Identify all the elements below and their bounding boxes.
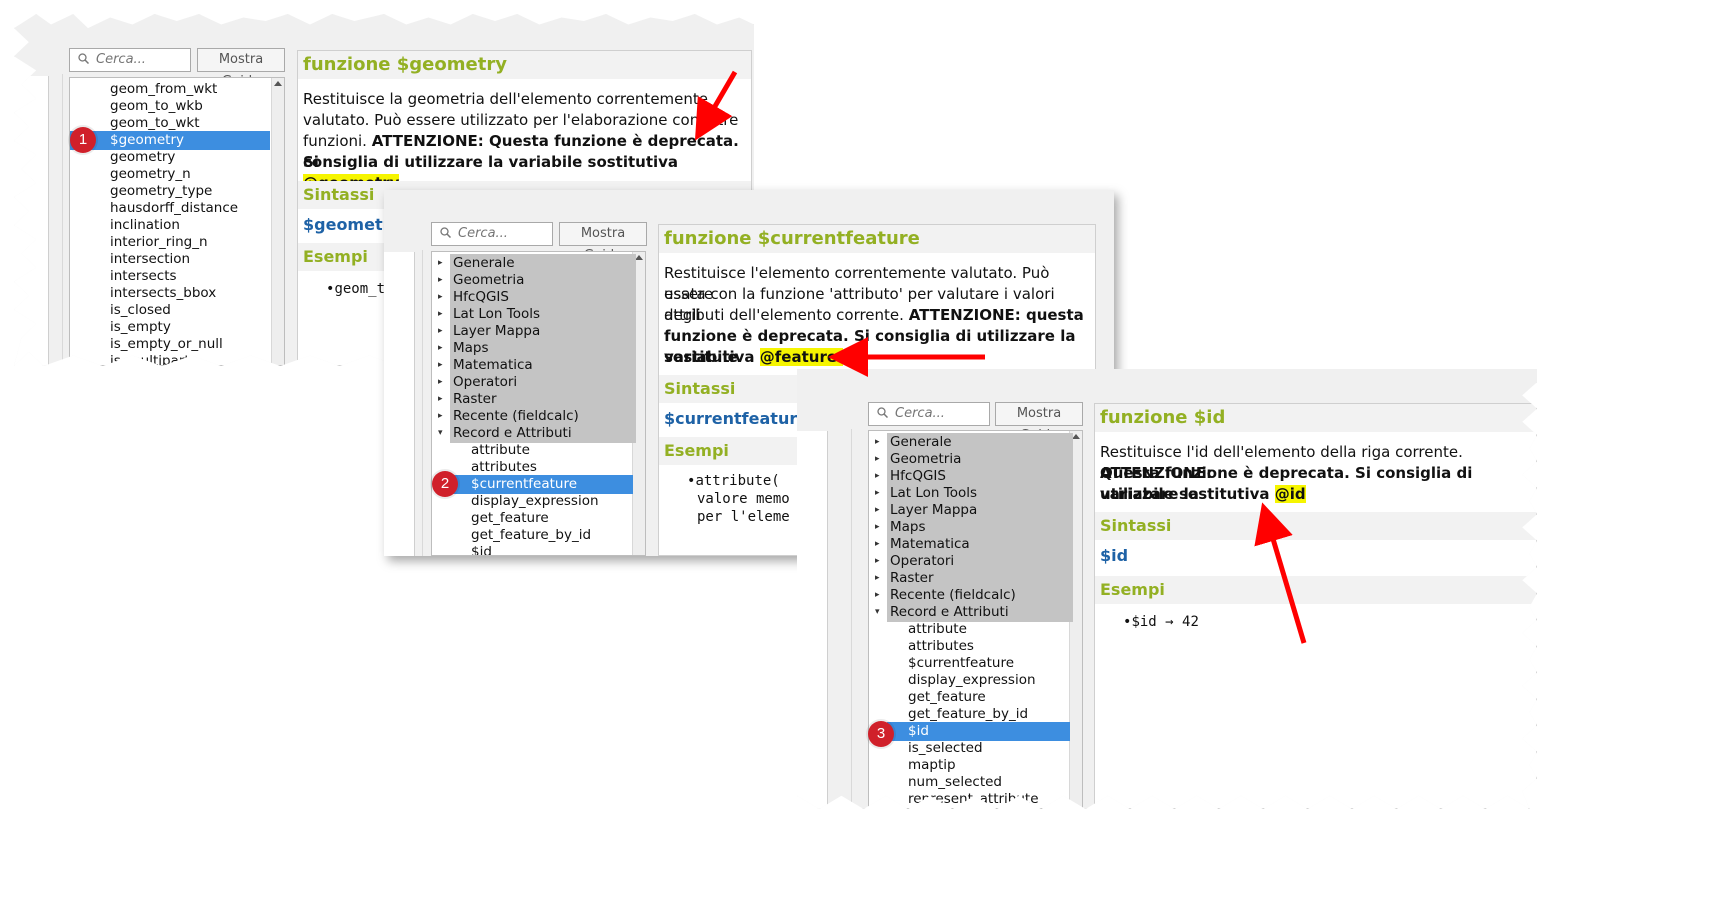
tree-group-label: HfcQGIS (890, 468, 946, 484)
desc-text: Restituisce l'id dell'elemento della rig… (1100, 443, 1463, 461)
search-field[interactable] (69, 48, 191, 72)
search-field[interactable] (431, 222, 553, 246)
search-input[interactable] (94, 51, 178, 68)
show-help-button[interactable]: Mostra Guida (559, 222, 647, 263)
scroll-up-icon[interactable] (635, 255, 643, 260)
tree-group-label: Recente (fieldcalc) (453, 408, 579, 424)
syntax-text: $currentfeature (664, 409, 809, 428)
list-item[interactable]: represent_attribute (887, 790, 1070, 808)
splitter[interactable] (422, 250, 423, 556)
step-badge: 2 (432, 471, 458, 497)
search-icon (440, 227, 451, 238)
left-pane (797, 431, 828, 809)
tree-group-label: Maps (453, 340, 489, 356)
example-code: attribute( (695, 473, 780, 489)
syntax-text: $id (1100, 546, 1129, 565)
show-help-button[interactable]: Mostra Guida (197, 48, 285, 89)
help-title: funzione $currentfeature (659, 225, 1095, 253)
syntax-header: Sintassi (1095, 512, 1536, 540)
help-desc-line: valutato. Può essere utilizzato per l'el… (303, 111, 739, 129)
tree-group-label: HfcQGIS (453, 289, 509, 305)
example-item: •attribute( (687, 473, 780, 489)
tree-group-label: Matematica (453, 357, 533, 373)
search-input[interactable] (893, 405, 977, 422)
tree-group-label: Raster (890, 570, 934, 586)
help-desc-line: Restituisce la geometria dell'elemento c… (303, 90, 708, 108)
deprecation-warning: sostitutiva (664, 348, 755, 366)
replacement-variable: @id (1274, 485, 1306, 503)
function-tree[interactable]: ▸ Generale ▸ Geometria ▸ HfcQGIS ▸ Lat Lon Tool… (868, 430, 1083, 809)
help-panel: funzione $id Restituisce l'id dell'eleme… (1094, 403, 1537, 809)
example-code: geom_t (334, 281, 386, 297)
list-item[interactable]: $id (450, 543, 633, 555)
tree-group-label: Recente (fieldcalc) (890, 587, 1016, 603)
list-item[interactable]: is_multipart (70, 352, 284, 365)
tree-group-label: Operatori (890, 553, 955, 569)
example-item: •geom_t (326, 281, 386, 297)
tree-group-label: Lat Lon Tools (890, 485, 978, 501)
left-pane (14, 76, 49, 366)
function-tree[interactable]: ▸ Generale ▸ Geometria ▸ HfcQGIS ▸ Lat Lon Tool… (431, 251, 646, 556)
tree-group-label: Maps (890, 519, 926, 535)
example-code: $id → 42 (1131, 614, 1199, 630)
tree-group-label: Raster (453, 391, 497, 407)
search-input[interactable] (456, 225, 540, 242)
tree-group-label: Generale (890, 434, 952, 450)
help-title: funzione $id (1095, 404, 1536, 432)
example-item: •$id → 42 (1123, 614, 1199, 630)
function-list[interactable]: geom_from_wkt geom_to_wkb geom_to_wkt $g… (69, 77, 285, 366)
expanded-arrow-icon[interactable]: ▾ (875, 603, 885, 622)
splitter[interactable] (851, 429, 852, 809)
tree-group-label: Record e Attributi (453, 425, 572, 441)
tree-group-label: Layer Mappa (890, 502, 978, 518)
tree-group-label: Layer Mappa (453, 323, 541, 339)
deprecation-warning: variabile sostitutiva (1100, 485, 1270, 503)
show-help-button[interactable]: Mostra Guida (995, 402, 1083, 443)
tree-group-label: Generale (453, 255, 515, 271)
example-code: valore memo (697, 491, 790, 507)
example-code: per l'eleme (697, 509, 790, 525)
search-field[interactable] (868, 402, 990, 426)
help-desc-line: attributi dell'elemento corrente. ATTENZ… (664, 305, 1084, 326)
scroll-up-icon[interactable] (1072, 434, 1080, 439)
deprecation-warning: consiglia di utilizzare la variabile sos… (303, 153, 679, 171)
expression-dialog-id: Mostra Guida ▸Generale▸Geometria▸HfcQGIS… (797, 369, 1537, 809)
search-icon (877, 407, 888, 418)
splitter[interactable] (62, 74, 63, 366)
help-title: funzione $geometry (298, 51, 751, 79)
expanded-arrow-icon[interactable]: ▾ (438, 424, 448, 443)
desc-text: attributi dell'elemento corrente. (664, 306, 909, 324)
step-badge: 1 (70, 127, 96, 153)
help-desc-line: sostitutiva @feature. (664, 347, 843, 368)
tree-group-label: Operatori (453, 374, 518, 390)
desc-text: funzioni. (303, 132, 372, 150)
left-pane (384, 252, 415, 556)
help-desc-line: variabile sostitutiva @id (1100, 484, 1306, 505)
tree-group-label: Record e Attributi (890, 604, 1009, 620)
search-icon (78, 53, 89, 64)
step-badge: 3 (868, 721, 894, 747)
replacement-variable: @feature. (759, 348, 843, 366)
examples-header: Esempi (1095, 576, 1536, 604)
tree-group-label: Geometria (453, 272, 525, 288)
deprecation-warning: ATTENZIONE: questa (908, 306, 1084, 324)
tree-group-label: Geometria (890, 451, 962, 467)
tree-group-label: Lat Lon Tools (453, 306, 541, 322)
tree-group-label: Matematica (890, 536, 970, 552)
